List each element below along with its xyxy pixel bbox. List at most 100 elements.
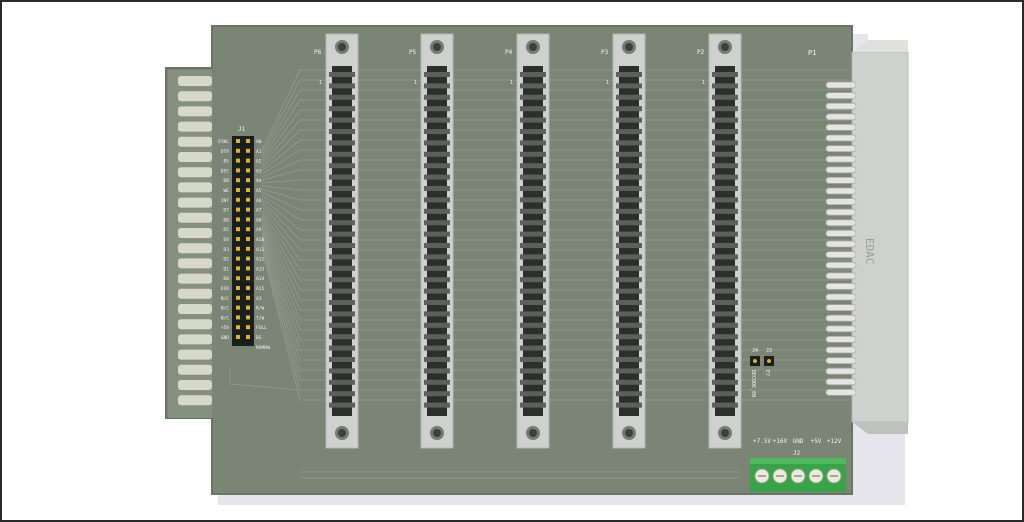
slot-pin xyxy=(520,254,546,260)
j2-label: +12V xyxy=(827,438,842,445)
slot-pin xyxy=(424,117,450,123)
slot-ref: P5 xyxy=(409,49,417,56)
slot-pin xyxy=(520,72,546,77)
slot-pin xyxy=(712,72,738,77)
jumper-ref-j3: J3 xyxy=(766,348,772,354)
slot-pin xyxy=(712,254,738,260)
slot-pin xyxy=(329,129,355,134)
mount-hole-inner xyxy=(721,43,729,51)
j1-left-label: N/C xyxy=(221,315,230,321)
p1-pin xyxy=(825,208,857,216)
p1-pin xyxy=(825,92,857,99)
j1-pin xyxy=(246,197,250,202)
p1-pin xyxy=(825,176,857,184)
slot-pin xyxy=(329,300,355,305)
pcb-board: P6 1 P5 1 P4 1 P3 1 P2 1 EDAC P1 J1 SYNC DTR BS DSC D… xyxy=(165,25,909,505)
j1-pin xyxy=(246,315,250,320)
edge-finger xyxy=(178,319,212,330)
slot-pin xyxy=(424,277,450,283)
slot-pin xyxy=(424,300,450,305)
slot-pin xyxy=(616,117,642,123)
slot-pin xyxy=(520,322,546,328)
j1-pin xyxy=(236,188,240,192)
j1-pin xyxy=(236,256,240,261)
slot-pin1: 1 xyxy=(606,80,609,86)
edge-finger xyxy=(178,364,212,375)
j1-right-label: A12 xyxy=(256,257,265,263)
slot-pin xyxy=(520,174,546,180)
j1-ref: J1 xyxy=(238,126,246,133)
j1-pin xyxy=(236,237,240,241)
slot-pin xyxy=(616,288,642,294)
slot-pin xyxy=(520,151,546,157)
slot-pin xyxy=(329,72,355,77)
j1-pin xyxy=(236,158,240,163)
p1-body xyxy=(852,52,908,422)
j1-pin xyxy=(236,178,240,183)
slot-pin xyxy=(616,379,642,385)
slot-pin xyxy=(424,208,450,214)
slot-pin xyxy=(424,311,450,317)
slot-pin xyxy=(424,288,450,294)
slot-pin xyxy=(616,186,642,191)
pcb-3d-viewport[interactable]: P6 1 P5 1 P4 1 P3 1 P2 1 EDAC P1 J1 SYNC DTR BS DSC D… xyxy=(0,0,1024,522)
j1-pin xyxy=(236,139,240,143)
slot-pin xyxy=(329,208,355,214)
j1-left-label: D5 xyxy=(223,227,229,233)
slot-pin xyxy=(712,106,738,112)
slot-pin xyxy=(712,94,738,100)
j1-right-label: A8 xyxy=(256,217,262,223)
j1-right-label: A13 xyxy=(256,266,265,272)
p1-pin xyxy=(825,187,857,195)
p1-pin xyxy=(825,272,857,280)
slot-pin xyxy=(520,83,546,89)
j2-label: +5V xyxy=(811,438,822,445)
slot-pin xyxy=(616,231,642,237)
j1-pin xyxy=(246,168,250,173)
slot-pin xyxy=(329,265,355,271)
slot-pin xyxy=(329,174,355,180)
j1-left-label: DSC xyxy=(221,168,230,174)
slot-pin xyxy=(616,311,642,317)
j1-pin xyxy=(246,325,250,330)
slot-pin xyxy=(712,368,738,374)
j1-pin xyxy=(236,325,240,330)
slot-pin xyxy=(712,243,738,248)
j2-label: GND xyxy=(793,438,804,445)
slot-pin xyxy=(616,83,642,89)
slot-pin xyxy=(329,106,355,112)
j1-right-label: RAMRW xyxy=(256,345,270,351)
p1-pin xyxy=(825,335,857,343)
p1-pin xyxy=(825,367,857,375)
slot-pin xyxy=(712,357,738,362)
slot-pin xyxy=(616,300,642,305)
slot-pin xyxy=(616,197,642,203)
slot-pin xyxy=(712,391,738,397)
j1-right-label: A5 xyxy=(256,188,262,194)
p1-pin xyxy=(825,388,857,396)
edge-finger xyxy=(178,212,212,223)
j1-right-label: A0 xyxy=(256,139,262,145)
p1-pin xyxy=(825,314,857,322)
slot-pin xyxy=(616,174,642,180)
slot-pin xyxy=(616,129,642,134)
slot-pin xyxy=(712,163,738,169)
j1-right-label: A1 xyxy=(256,149,262,155)
slot-pin xyxy=(424,186,450,191)
slot-pin xyxy=(616,277,642,283)
j1-left-label: D7 xyxy=(223,208,229,214)
edge-finger xyxy=(178,76,212,86)
slot-pin xyxy=(712,300,738,305)
slot-pin xyxy=(712,345,738,351)
edge-finger xyxy=(178,136,212,147)
edge-finger xyxy=(178,121,212,132)
j1-left-label: SYNC xyxy=(218,139,229,145)
j1-left-label: D2 xyxy=(223,257,229,263)
slot-pin xyxy=(329,151,355,157)
j1-pin xyxy=(246,246,250,251)
slot-pin xyxy=(520,197,546,203)
slot-pin xyxy=(712,322,738,328)
jumper-label: DECODE_EN xyxy=(750,370,756,397)
p1-pin xyxy=(825,240,857,248)
slot-pin1: 1 xyxy=(510,80,513,86)
